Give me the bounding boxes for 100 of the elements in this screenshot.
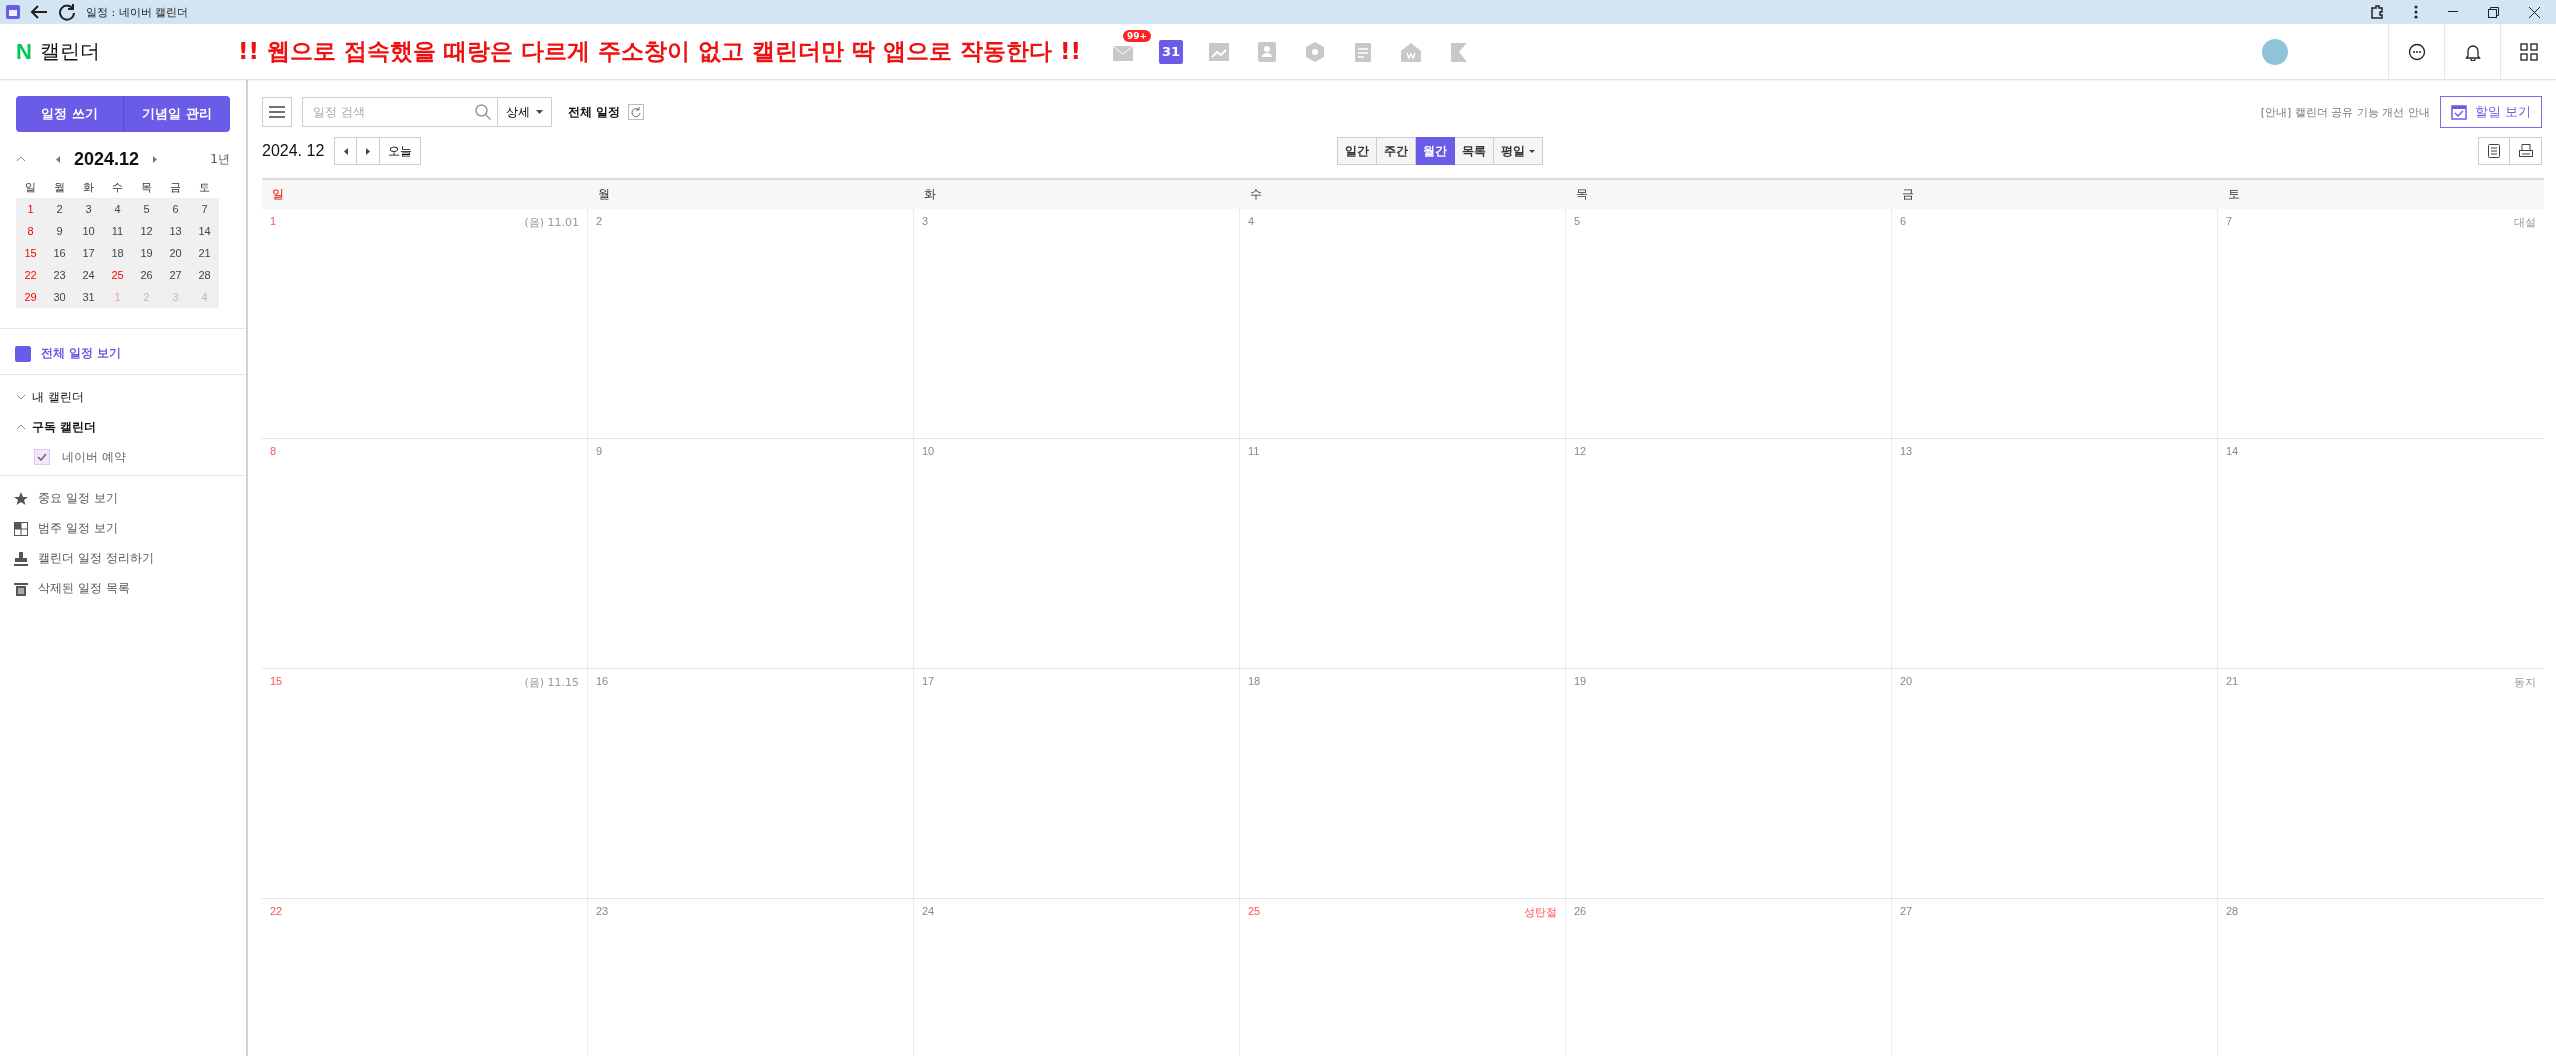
date-cell[interactable]: 20 [161, 242, 190, 264]
date-cell[interactable]: 29 [16, 286, 45, 308]
date-number[interactable]: 8 [270, 445, 277, 457]
date-cell[interactable]: 6 [161, 198, 190, 220]
calendar-label[interactable]: 네이버 예약 [62, 448, 126, 466]
date-number[interactable]: 4 [1248, 215, 1255, 227]
date-cell[interactable]: 25 [103, 264, 132, 286]
date-number[interactable]: 10 [922, 445, 935, 457]
date-cell[interactable]: 12 [132, 220, 161, 242]
restore-icon[interactable] [2488, 6, 2499, 18]
date-cell[interactable]: 11 [103, 220, 132, 242]
date-cell[interactable]: 28 [190, 264, 219, 286]
date-number[interactable]: 20 [1900, 675, 1913, 687]
date-cell[interactable]: 2 [45, 198, 74, 220]
close-icon[interactable] [2529, 6, 2540, 18]
menu-link[interactable]: 중요 일정 보기 [38, 490, 118, 507]
date-cell[interactable]: 17 [74, 242, 103, 264]
date-number[interactable]: 16 [596, 675, 609, 687]
date-number[interactable]: 13 [1900, 445, 1913, 457]
menu-button[interactable] [262, 97, 292, 127]
date-cell[interactable]: 3 [74, 198, 103, 220]
date-number[interactable]: 14 [2226, 445, 2239, 457]
date-cell[interactable]: 5 [132, 198, 161, 220]
date-number[interactable]: 6 [1900, 215, 1907, 227]
date-cell[interactable]: 22 [16, 264, 45, 286]
date-number[interactable]: 23 [596, 905, 609, 917]
date-number[interactable]: 9 [596, 445, 603, 457]
all-schedules-link[interactable]: 전체 일정 보기 [41, 345, 122, 362]
date-number[interactable]: 18 [1248, 675, 1261, 687]
year-link[interactable]: 1년 [210, 150, 230, 168]
date-number[interactable]: 1 [270, 215, 277, 227]
weekday-filter-dropdown[interactable]: 평일 [1493, 137, 1543, 165]
menu-link[interactable]: 범주 일정 보기 [38, 520, 118, 537]
date-number[interactable]: 5 [1574, 215, 1581, 227]
date-number[interactable]: 26 [1574, 905, 1587, 917]
date-cell[interactable]: 10 [74, 220, 103, 242]
todo-button[interactable]: 할일 보기 [2439, 96, 2542, 128]
date-number[interactable]: 11 [1248, 445, 1260, 457]
date-cell[interactable]: 30 [45, 286, 74, 308]
minimize-icon[interactable] [2448, 11, 2458, 13]
date-number[interactable]: 7 [2226, 215, 2233, 227]
date-cell[interactable]: 8 [16, 220, 45, 242]
date-number[interactable]: 15 [270, 675, 283, 687]
view-tab[interactable]: 일간 [1336, 137, 1377, 165]
view-tab[interactable]: 주간 [1376, 137, 1416, 165]
collapse-icon[interactable] [16, 156, 26, 162]
date-cell[interactable]: 14 [190, 220, 219, 242]
write-event-button[interactable]: 일정 쓰기 [16, 96, 124, 132]
anniversary-button[interactable]: 기념일 관리 [123, 96, 230, 132]
next-icon[interactable] [153, 155, 158, 163]
date-number[interactable]: 24 [922, 905, 935, 917]
date-number[interactable]: 12 [1574, 445, 1587, 457]
more-icon[interactable] [2414, 5, 2418, 19]
print-button[interactable] [2510, 137, 2542, 165]
date-cell[interactable]: 19 [132, 242, 161, 264]
calculator-button[interactable] [2478, 137, 2510, 165]
date-cell[interactable]: 16 [45, 242, 74, 264]
calendar-app-icon[interactable]: 31 [1159, 39, 1184, 64]
date-number[interactable]: 17 [922, 675, 935, 687]
today-button[interactable]: 오늘 [380, 137, 422, 165]
logo-text[interactable]: 캘린더 [39, 38, 100, 65]
calendar-group-label[interactable]: 내 캘린더 [32, 388, 84, 406]
date-cell[interactable]: 18 [103, 242, 132, 264]
date-number[interactable]: 2 [596, 215, 603, 227]
apps-grid-icon[interactable] [2519, 42, 2538, 61]
date-number[interactable]: 27 [1900, 905, 1913, 917]
previous-button[interactable] [334, 137, 358, 165]
date-cell[interactable]: 9 [45, 220, 74, 242]
date-number[interactable]: 3 [922, 215, 929, 227]
detail-dropdown[interactable]: 상세 [498, 97, 552, 127]
menu-link[interactable]: 캘린더 일정 정리하기 [38, 550, 154, 567]
search-field[interactable]: 일정 검색 [302, 97, 498, 127]
date-cell[interactable]: 31 [74, 286, 103, 308]
view-tab[interactable]: 목록 [1454, 137, 1494, 165]
collapse-icon[interactable] [16, 424, 26, 430]
previous-icon[interactable] [56, 155, 60, 163]
date-cell[interactable]: 7 [190, 198, 219, 220]
bell-icon[interactable] [2463, 42, 2482, 61]
expand-icon[interactable] [16, 394, 26, 400]
view-tab[interactable]: 월간 [1415, 137, 1455, 165]
menu-link[interactable]: 삭제된 일정 목록 [38, 580, 130, 597]
date-cell[interactable]: 15 [16, 242, 45, 264]
date-number[interactable]: 19 [1574, 675, 1587, 687]
checkbox[interactable] [34, 449, 50, 465]
date-cell[interactable]: 13 [161, 220, 190, 242]
puzzle-icon[interactable] [2370, 5, 2384, 19]
notice-link[interactable]: [안내] 캘린더 공유 기능 개선 안내 [2260, 104, 2430, 120]
date-number[interactable]: 22 [270, 905, 283, 917]
next-button[interactable] [357, 137, 381, 165]
date-cell[interactable]: 26 [132, 264, 161, 286]
date-cell[interactable]: 27 [161, 264, 190, 286]
date-number[interactable]: 25 [1248, 905, 1261, 917]
date-number[interactable]: 21 [2226, 675, 2239, 687]
back-icon[interactable] [30, 4, 48, 20]
calendar-group-label[interactable]: 구독 캘린더 [32, 418, 97, 436]
refresh-icon[interactable] [58, 3, 76, 21]
date-cell[interactable]: 24 [74, 264, 103, 286]
refresh-button[interactable] [628, 104, 645, 120]
date-cell[interactable]: 21 [190, 242, 219, 264]
date-cell[interactable]: 4 [103, 198, 132, 220]
